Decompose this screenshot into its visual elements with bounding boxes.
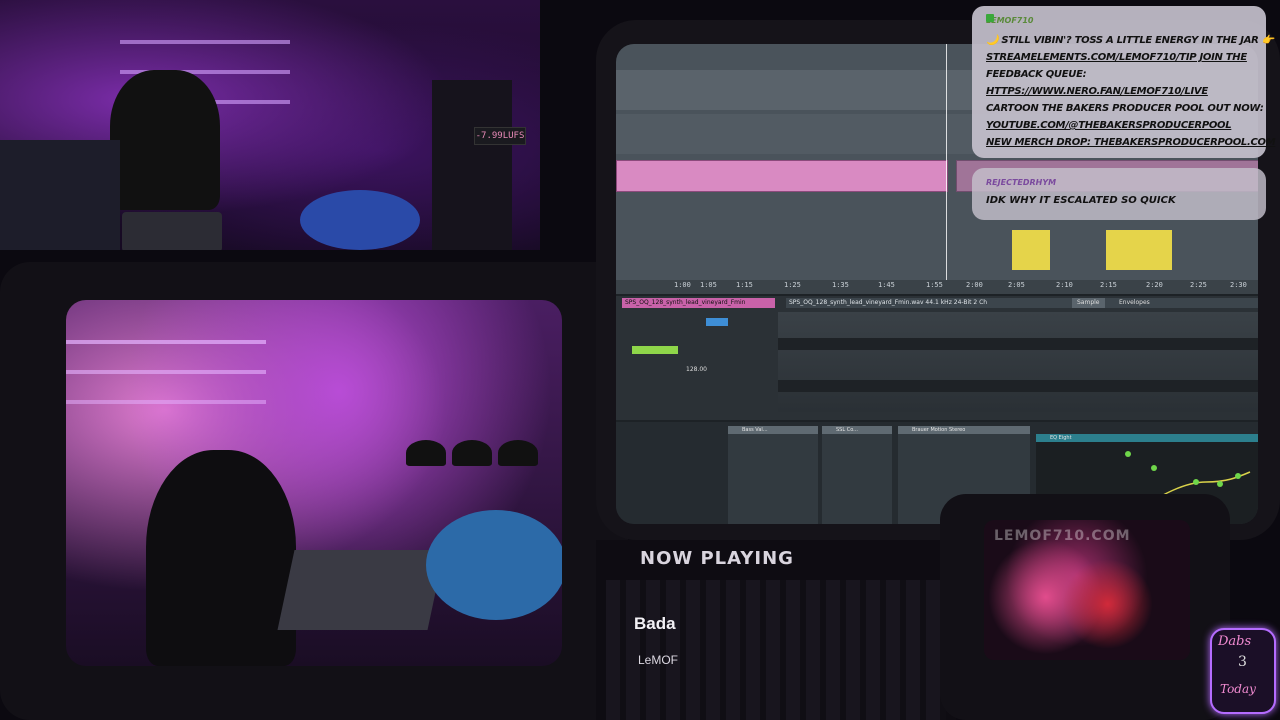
audio-clip-yellow[interactable] (1106, 230, 1172, 270)
channel-logo: Dabs 3 Today (1210, 628, 1276, 714)
sample-title: SPS_OQ_128_synth_lead_vineyard_Fmin.wav … (786, 298, 1258, 308)
waveform-display[interactable] (778, 312, 1258, 412)
keyboard (0, 140, 120, 250)
timeline-label: 2:30 (1230, 281, 1247, 289)
audio-clip-yellow[interactable] (1012, 230, 1050, 270)
timeline-label: 2:05 (1008, 281, 1025, 289)
chat-link[interactable]: https://www.nero.fan/lemof710/live (986, 83, 1256, 100)
now-playing-heading: NOW PLAYING (640, 548, 794, 569)
timeline-label: 1:05 (700, 281, 717, 289)
turntable (426, 510, 562, 620)
webcam-top (0, 0, 540, 250)
timeline-label: 2:00 (966, 281, 983, 289)
shelf (66, 400, 266, 404)
timeline-label: 2:20 (1146, 281, 1163, 289)
device-ssl[interactable]: SSL Co... (822, 426, 892, 524)
cap (498, 440, 538, 466)
device-label: EQ Eight (1050, 435, 1072, 441)
shelf (66, 340, 266, 344)
cap (452, 440, 492, 466)
chat-line: 🌙 Still vibin'? Toss a little energy in … (986, 35, 1274, 46)
webcam-main (66, 300, 562, 666)
speaker-grille (606, 580, 946, 720)
waveform-band (778, 380, 1258, 392)
bpm-value[interactable]: 128.00 (686, 366, 707, 373)
lufs-readout: -7.99LUFS (474, 127, 526, 145)
visualizer-screen: LEMOF710.COM (984, 520, 1190, 660)
device-label: Brauer Motion Stereo (912, 427, 966, 433)
streamer-silhouette (110, 70, 220, 210)
device-label: SSL Co... (836, 427, 858, 433)
chat-link[interactable]: New merch drop: thebakersproducerpool.co… (986, 134, 1276, 151)
chat-message-body: 🌙 Still vibin'? Toss a little energy in … (986, 32, 1276, 151)
chat-line: feedback queue: (986, 69, 1087, 80)
now-playing-song: Bada (634, 614, 676, 633)
drum-pad (122, 212, 222, 250)
waveform-band (778, 338, 1258, 350)
now-playing-artist: LeMOF (638, 653, 679, 667)
meter-bridge (432, 80, 512, 250)
loop-button[interactable] (632, 346, 678, 354)
visualizer-text: LEMOF710.COM (994, 528, 1131, 544)
timeline-label: 2:15 (1100, 281, 1117, 289)
chat-link[interactable]: youtube.com/@thebakersproducerpool (986, 117, 1256, 134)
chat-message: LEMOF710 🌙 Still vibin'? Toss a little e… (972, 6, 1276, 158)
tab-sample[interactable]: Sample (1072, 298, 1105, 308)
playhead (946, 44, 947, 294)
logo-text: Today (1220, 682, 1256, 696)
chat-message: REJECTEDRHYM IDK WHY IT ESCALATED SO QUI… (972, 168, 1266, 220)
device-bass[interactable]: Bass Val... (728, 426, 818, 524)
timeline-label: 2:25 (1190, 281, 1207, 289)
timeline-label: 1:55 (926, 281, 943, 289)
logo-text: 3 (1238, 654, 1247, 670)
chat-username: REJECTEDRHYM (986, 178, 1057, 187)
clip-view: SPS_OQ_128_synth_lead_vineyard_Fmin SPS_… (616, 296, 1258, 420)
rug (300, 190, 420, 250)
warp-button[interactable] (706, 318, 728, 326)
timeline-label: 1:45 (878, 281, 895, 289)
device-label: Bass Val... (742, 427, 768, 433)
timeline-label: 1:25 (784, 281, 801, 289)
drum-machine (277, 550, 445, 630)
timeline-label: 2:10 (1056, 281, 1073, 289)
timeline-ruler[interactable]: 1:00 1:05 1:15 1:25 1:35 1:45 1:55 2:00 … (616, 280, 1258, 294)
chat-link[interactable]: streamelements.com/lemof710/tip Join the (986, 49, 1256, 66)
tab-envelopes[interactable]: Envelopes (1114, 298, 1155, 308)
timeline-label: 1:00 (674, 281, 691, 289)
logo-text: Dabs (1218, 634, 1252, 649)
shelf (66, 370, 266, 374)
timeline-label: 1:15 (736, 281, 753, 289)
chat-line: Cartoon The Bakers Producer Pool out now… (986, 103, 1264, 114)
cap (406, 440, 446, 466)
chat-message-body: IDK WHY IT ESCALATED SO QUICK (986, 195, 1176, 206)
clip-title[interactable]: SPS_OQ_128_synth_lead_vineyard_Fmin (622, 298, 775, 308)
streamer-silhouette (146, 450, 296, 666)
user-badge-icon (986, 14, 994, 22)
shelf (120, 40, 290, 44)
timeline-label: 1:35 (832, 281, 849, 289)
audio-clip[interactable] (616, 160, 948, 192)
